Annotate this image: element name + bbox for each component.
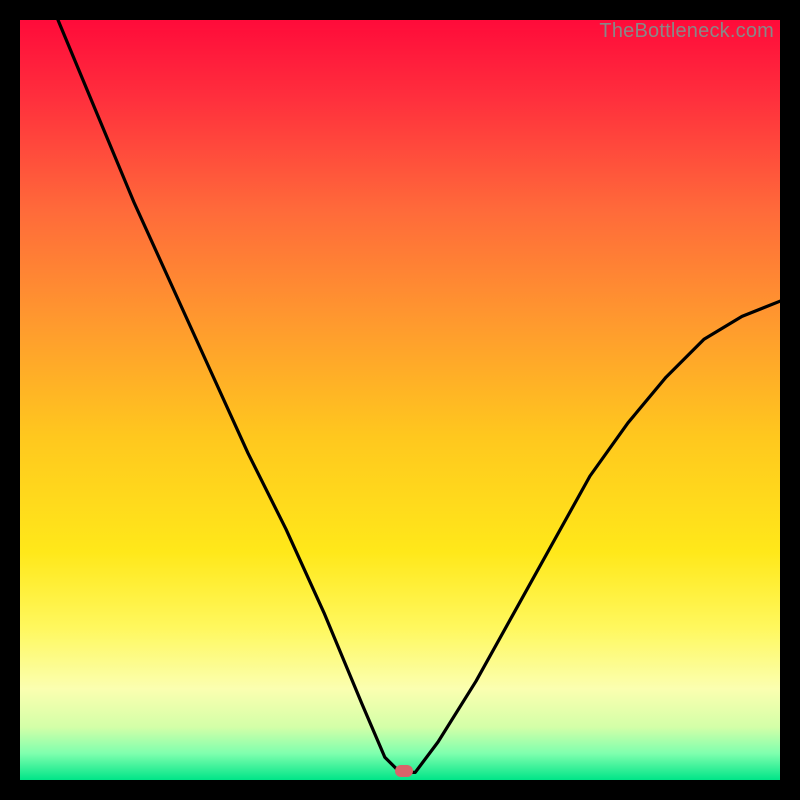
bottleneck-curve [20, 20, 780, 780]
optimum-marker [395, 765, 413, 777]
chart-frame: TheBottleneck.com [20, 20, 780, 780]
watermark-text: TheBottleneck.com [599, 20, 774, 43]
